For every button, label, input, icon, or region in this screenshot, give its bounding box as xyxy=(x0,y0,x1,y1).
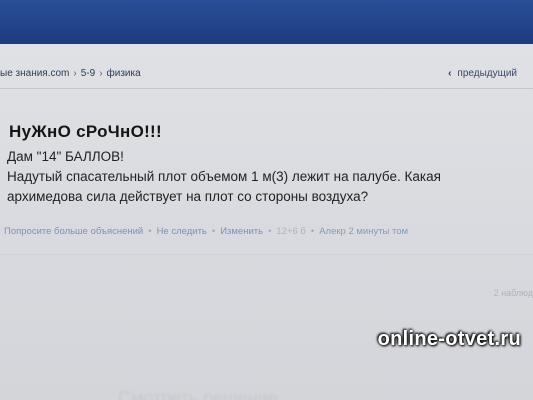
divider xyxy=(0,88,533,89)
separator-dot: • xyxy=(211,226,216,237)
question-line: Дам "14" БАЛЛОВ! xyxy=(7,149,124,164)
chevron-right-icon: › xyxy=(99,68,103,79)
author-link[interactable]: Алекр 2 минуты том xyxy=(319,226,408,237)
watermark: online-otvet.ru xyxy=(377,328,521,350)
separator-dot: • xyxy=(268,226,272,237)
observers-count: 2 наблюд xyxy=(493,288,533,298)
unfollow-link[interactable]: Не следить xyxy=(157,226,207,237)
previous-question-link[interactable]: ‹ предыдущий xyxy=(448,68,517,79)
points-label: 12+6 б xyxy=(276,226,306,237)
breadcrumb-grade-link[interactable]: 5-9 xyxy=(81,68,95,79)
breadcrumb: ые знания.com › 5-9 › физика xyxy=(0,68,141,84)
chevron-left-icon: ‹ xyxy=(448,68,452,79)
question-actions: Попросите больше объяснений • Не следить • И… xyxy=(4,226,408,237)
divider xyxy=(0,254,533,255)
edit-link[interactable]: Изменить xyxy=(220,226,263,237)
breadcrumb-site-link[interactable]: ые знания.com xyxy=(0,68,69,79)
browser-top-band xyxy=(0,0,533,44)
faded-answer-button[interactable]: Смотреть решение xyxy=(118,388,278,400)
question-body: Дам "14" БАЛЛОВ! Надутый спасательный пл… xyxy=(7,147,527,207)
question-line: Надутый спасательный плот объемом 1 м(3)… xyxy=(7,169,441,184)
chevron-right-icon: › xyxy=(73,68,77,79)
ask-more-explanations-link[interactable]: Попросите больше объяснений xyxy=(4,226,143,237)
question-line: архимедова сила действует на плот со сто… xyxy=(7,189,369,204)
breadcrumb-subject-link[interactable]: физика xyxy=(107,68,141,79)
separator-dot: • xyxy=(148,226,152,237)
question-title: НуЖнО сРоЧнО!!! xyxy=(9,122,162,141)
separator-dot: • xyxy=(310,226,315,237)
previous-label: предыдущий xyxy=(457,68,517,79)
